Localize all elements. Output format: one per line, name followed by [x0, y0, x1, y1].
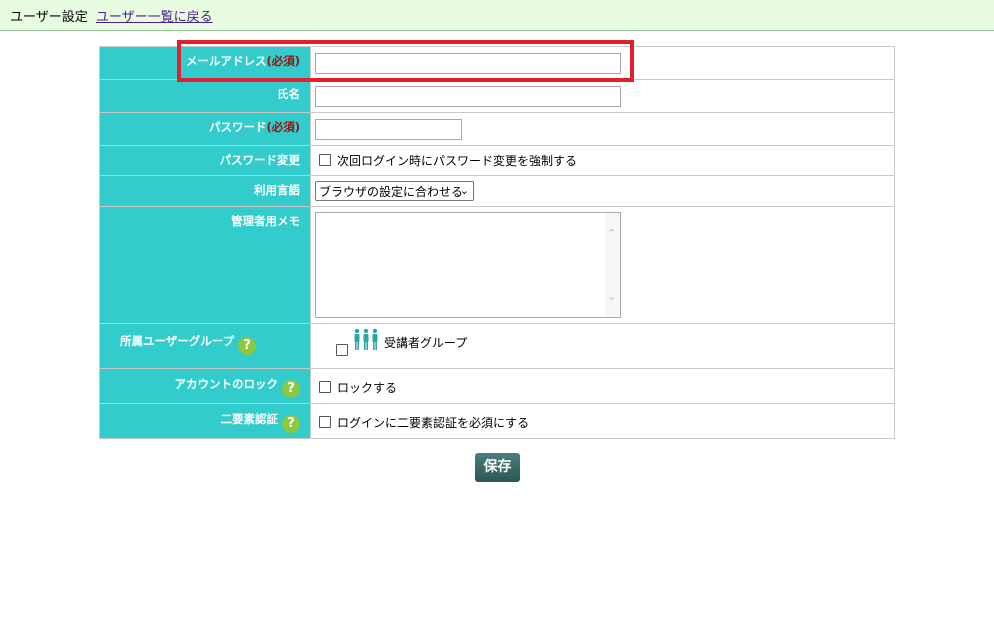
help-icon[interactable]: ? [282, 415, 300, 433]
require-two-factor-text: ログインに二要素認証を必須にする [337, 416, 530, 430]
page-header: ユーザー設定 ユーザー一覧に戻る [0, 0, 994, 31]
password-input[interactable] [315, 119, 462, 140]
page-title: ユーザー設定 [10, 10, 88, 25]
learner-group-checkbox[interactable] [336, 344, 348, 356]
save-button[interactable]: 保存 [475, 453, 520, 482]
user-settings-form: メールアドレス(必須) 氏名 パスワード(必須) パスワード変更 次回ログイン時… [99, 46, 895, 439]
memo-scrollbar[interactable]: ⌃ ⌄ [605, 213, 620, 317]
two-factor-label: 二要素認証? [99, 403, 311, 439]
force-password-change-text: 次回ログイン時にパスワード変更を強制する [337, 154, 578, 168]
language-select[interactable]: ブラウザの設定に合わせる ⌄ [315, 181, 474, 201]
language-selected-value: ブラウザの設定に合わせる [319, 185, 464, 199]
admin-memo-label: 管理者用メモ [99, 206, 311, 324]
password-change-row: パスワード変更 次回ログイン時にパスワード変更を強制する [99, 145, 895, 176]
lock-account-checkbox[interactable] [319, 381, 331, 393]
learner-group-label: 受講者グループ [384, 336, 468, 350]
password-change-label: パスワード変更 [99, 145, 311, 176]
user-group-label: 所属ユーザーグループ? [99, 323, 311, 369]
email-field-highlight [177, 40, 634, 82]
user-group-icon [354, 328, 378, 350]
language-row: 利用言語 ブラウザの設定に合わせる ⌄ [99, 175, 895, 207]
require-two-factor-checkbox[interactable] [319, 416, 331, 428]
password-row: パスワード(必須) [99, 112, 895, 146]
password-label: パスワード(必須) [99, 112, 311, 146]
password-required-marker: (必須) [266, 120, 300, 134]
name-row: 氏名 [99, 79, 895, 113]
user-group-row: 所属ユーザーグループ? 受講者グループ [99, 323, 895, 369]
back-to-user-list-link[interactable]: ユーザー一覧に戻る [96, 10, 213, 25]
language-label: 利用言語 [99, 175, 311, 207]
lock-account-text: ロックする [337, 381, 398, 395]
scroll-up-icon[interactable]: ⌃ [607, 227, 616, 240]
scroll-down-icon[interactable]: ⌄ [607, 290, 616, 303]
account-lock-label: アカウントのロック? [99, 368, 311, 404]
two-factor-row: 二要素認証? ログインに二要素認証を必須にする [99, 403, 895, 439]
help-icon[interactable]: ? [282, 380, 300, 398]
name-label: 氏名 [99, 79, 311, 113]
account-lock-row: アカウントのロック? ロックする [99, 368, 895, 404]
help-icon[interactable]: ? [238, 337, 257, 355]
admin-memo-row: 管理者用メモ ⌃ ⌄ [99, 206, 895, 324]
chevron-down-icon: ⌄ [459, 184, 469, 197]
force-password-change-checkbox[interactable] [319, 154, 331, 166]
admin-memo-textarea[interactable]: ⌃ ⌄ [315, 212, 621, 318]
name-input[interactable] [315, 86, 621, 107]
